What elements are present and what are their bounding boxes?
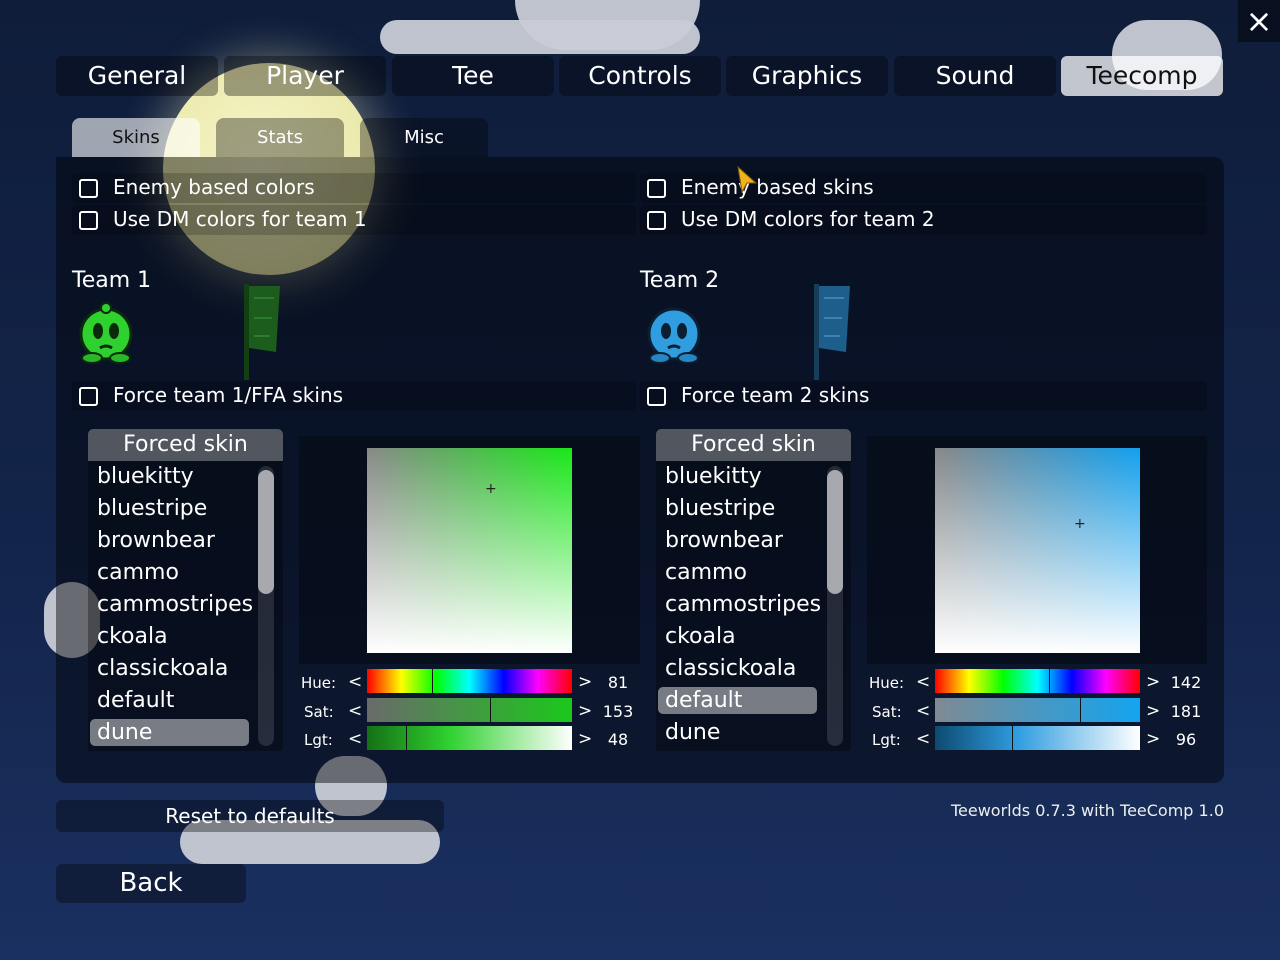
list-item[interactable]: ckoala: [665, 621, 736, 653]
dm-team2-label: Use DM colors for team 2: [681, 207, 935, 231]
team1-sat-increase[interactable]: >: [578, 701, 592, 721]
team2-hue-increase[interactable]: >: [1146, 672, 1160, 692]
list-item-selected[interactable]: default: [658, 687, 817, 714]
slider-marker: [1080, 698, 1081, 722]
list-item[interactable]: cammo: [97, 557, 179, 589]
team1-lgt-label: Lgt:: [304, 731, 333, 749]
picker-crosshair: +: [1074, 516, 1086, 532]
team1-skin-scrollbar[interactable]: [258, 466, 274, 746]
list-item[interactable]: cammo: [665, 557, 747, 589]
list-item-selected[interactable]: dune: [90, 719, 249, 746]
team2-heading: Team 2: [640, 268, 720, 293]
team2-flag-icon: [814, 284, 850, 380]
tab-sound[interactable]: Sound: [894, 56, 1056, 96]
enemy-skins-label: Enemy based skins: [681, 175, 874, 199]
team1-sat-slider[interactable]: [367, 698, 572, 722]
dm-team1-label: Use DM colors for team 1: [113, 207, 367, 231]
cloud-decoration: [515, 0, 700, 50]
list-item[interactable]: ckoala: [97, 621, 168, 653]
team1-lgt-value: 48: [607, 730, 629, 749]
team2-sat-slider[interactable]: [935, 698, 1140, 722]
list-item[interactable]: brownbear: [97, 525, 215, 557]
team1-skin-list-header: Forced skin: [88, 429, 283, 461]
version-text: Teeworlds 0.7.3 with TeeComp 1.0: [950, 801, 1224, 820]
force-team1-checkbox[interactable]: [79, 387, 98, 406]
slider-marker: [490, 698, 491, 722]
list-item[interactable]: bluekitty: [665, 461, 762, 493]
force-team1-label: Force team 1/FFA skins: [113, 383, 344, 407]
close-icon: ×: [1245, 2, 1273, 40]
team2-sat-increase[interactable]: >: [1146, 701, 1160, 721]
team1-flag-icon: [244, 284, 280, 380]
subtab-misc[interactable]: Misc: [360, 118, 488, 157]
team1-hue-decrease[interactable]: <: [348, 672, 362, 692]
list-item[interactable]: dune: [665, 717, 720, 749]
team1-hue-slider[interactable]: [367, 669, 572, 693]
team1-hue-value: 81: [607, 673, 629, 692]
list-item[interactable]: default: [97, 685, 174, 717]
team2-hue-value: 142: [1170, 673, 1202, 692]
team2-tee-icon: [647, 307, 701, 364]
tab-controls[interactable]: Controls: [559, 56, 721, 96]
slider-marker: [1012, 726, 1013, 750]
list-item[interactable]: classickoala: [665, 653, 796, 685]
tab-general[interactable]: General: [56, 56, 218, 96]
team1-sat-decrease[interactable]: <: [348, 701, 362, 721]
team2-lgt-slider[interactable]: [935, 726, 1140, 750]
list-item[interactable]: classickoala: [97, 653, 228, 685]
team1-sv-picker[interactable]: +: [367, 448, 572, 653]
team2-hue-decrease[interactable]: <: [916, 672, 930, 692]
team2-skin-list-header: Forced skin: [656, 429, 851, 461]
team2-sat-value: 181: [1170, 702, 1202, 721]
team2-lgt-value: 96: [1175, 730, 1197, 749]
team1-sat-value: 153: [602, 702, 634, 721]
list-item[interactable]: bluestripe: [665, 493, 775, 525]
tab-player[interactable]: Player: [224, 56, 386, 96]
close-button[interactable]: ×: [1238, 0, 1280, 42]
team2-lgt-increase[interactable]: >: [1146, 729, 1160, 749]
team2-hue-slider[interactable]: [935, 669, 1140, 693]
team2-lgt-label: Lgt:: [872, 731, 901, 749]
list-item[interactable]: brownbear: [665, 525, 783, 557]
team1-hue-increase[interactable]: >: [578, 672, 592, 692]
tab-tee[interactable]: Tee: [392, 56, 554, 96]
team2-lgt-decrease[interactable]: <: [916, 729, 930, 749]
force-team2-label: Force team 2 skins: [681, 383, 870, 407]
slider-marker: [1049, 669, 1050, 693]
team2-hue-label: Hue:: [869, 674, 905, 692]
list-item[interactable]: cammostripes: [665, 589, 821, 621]
list-item[interactable]: bluestripe: [97, 493, 207, 525]
subtab-stats[interactable]: Stats: [216, 118, 344, 157]
force-team2-checkbox[interactable]: [647, 387, 666, 406]
scrollbar-thumb[interactable]: [258, 470, 274, 594]
reset-defaults-button[interactable]: Reset to defaults: [56, 800, 444, 832]
team1-lgt-increase[interactable]: >: [578, 729, 592, 749]
back-button[interactable]: Back: [56, 864, 246, 903]
mouse-cursor-icon: [737, 165, 758, 194]
subtab-skins[interactable]: Skins: [72, 118, 200, 157]
team2-sat-decrease[interactable]: <: [916, 701, 930, 721]
list-item[interactable]: bluekitty: [97, 461, 194, 493]
team1-lgt-decrease[interactable]: <: [348, 729, 362, 749]
team2-sat-label: Sat:: [872, 703, 902, 721]
dm-team1-checkbox[interactable]: [79, 211, 98, 230]
team1-tee-icon: [79, 302, 133, 364]
scrollbar-thumb[interactable]: [827, 470, 843, 594]
team2-sv-picker[interactable]: +: [935, 448, 1140, 653]
slider-marker: [432, 669, 433, 693]
dm-team2-checkbox[interactable]: [647, 211, 666, 230]
picker-crosshair: +: [485, 481, 497, 497]
team1-sat-label: Sat:: [304, 703, 334, 721]
tab-teecomp[interactable]: Teecomp: [1061, 56, 1223, 96]
team1-heading: Team 1: [72, 268, 152, 293]
enemy-colors-checkbox[interactable]: [79, 179, 98, 198]
enemy-skins-checkbox[interactable]: [647, 179, 666, 198]
tab-graphics[interactable]: Graphics: [726, 56, 888, 96]
slider-marker: [406, 726, 407, 750]
team1-hue-label: Hue:: [301, 674, 337, 692]
team1-lgt-slider[interactable]: [367, 726, 572, 750]
enemy-colors-label: Enemy based colors: [113, 175, 315, 199]
list-item[interactable]: cammostripes: [97, 589, 253, 621]
team2-skin-scrollbar[interactable]: [827, 466, 843, 746]
